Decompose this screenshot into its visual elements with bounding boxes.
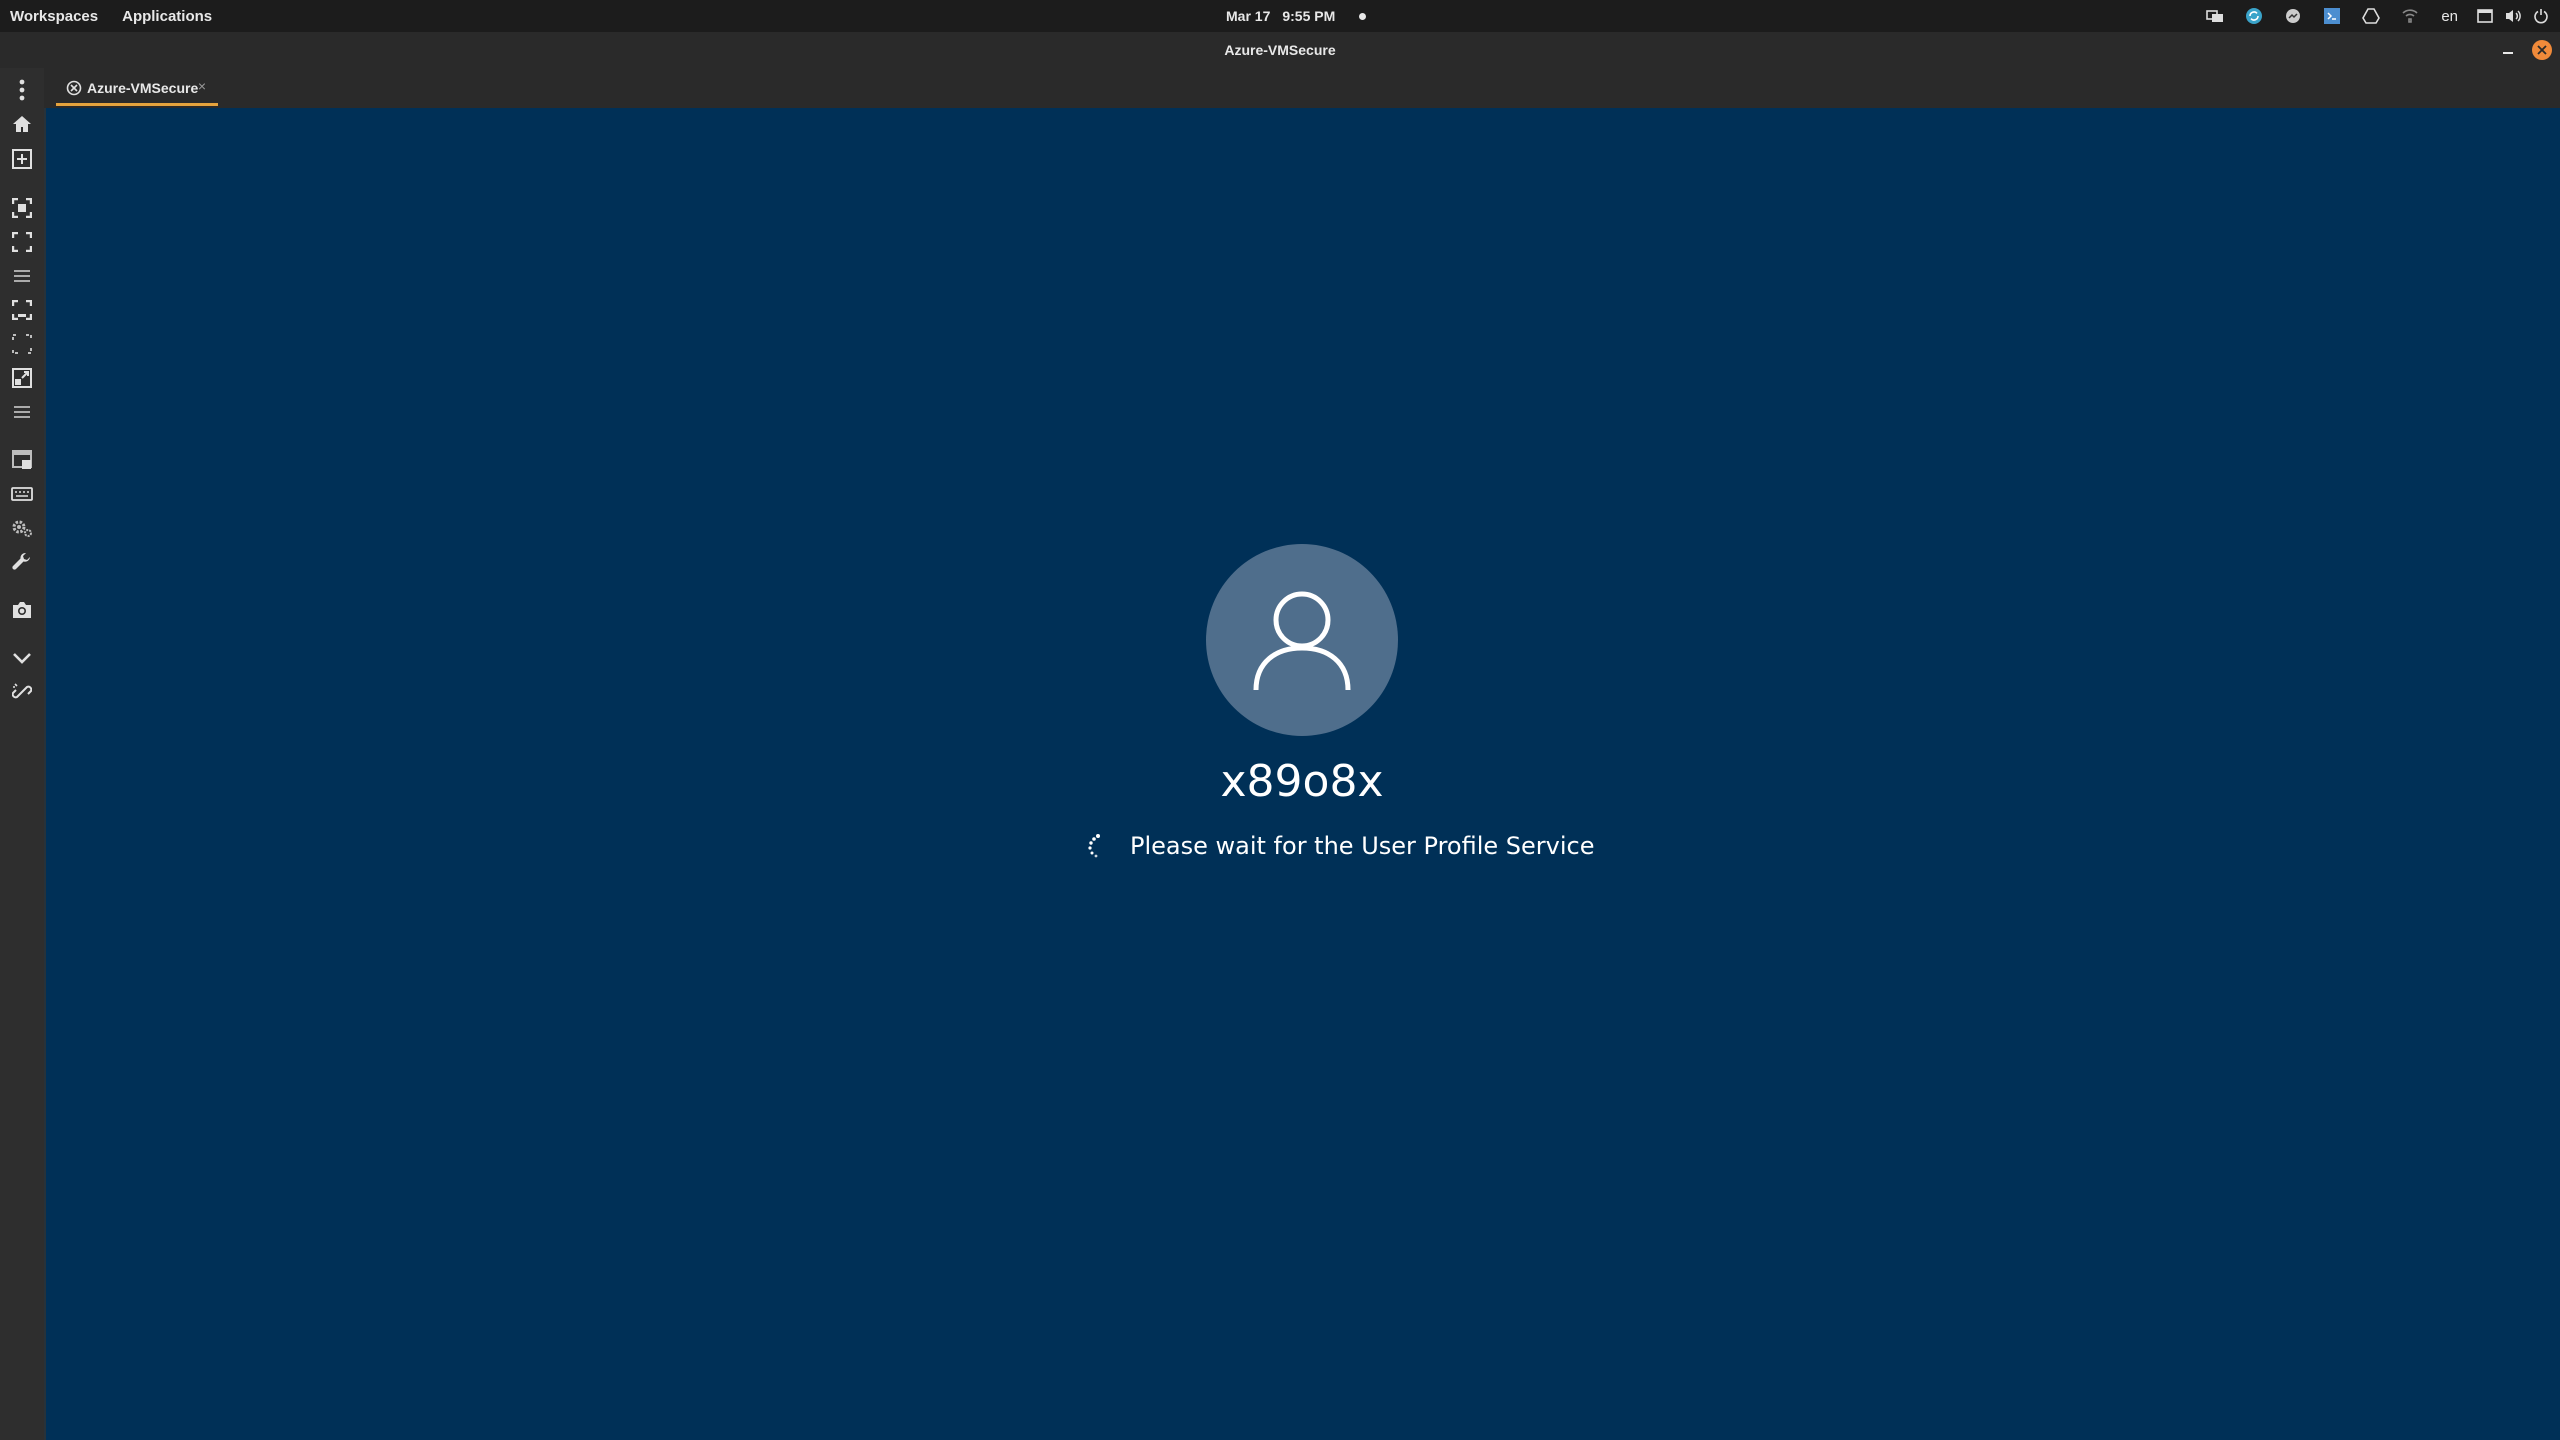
window-mode-icon[interactable] [6,444,38,476]
system-tray: en [2191,0,2552,32]
keyboard-icon[interactable] [6,478,38,510]
screenshot-icon[interactable] [6,594,38,626]
sync-icon[interactable] [2239,0,2269,32]
fullscreen-icon[interactable] [6,226,38,258]
new-connection-icon[interactable] [6,143,38,175]
more-options-icon[interactable] [6,74,38,106]
connection-status-icon [66,80,82,95]
username: x89o8x [1220,756,1384,807]
power-icon[interactable] [2530,0,2552,32]
language-indicator[interactable]: en [2441,8,2458,25]
window-title-bar[interactable]: Azure-VMSecure [0,32,2560,68]
clock-date: Mar 17 [1226,8,1271,24]
applications-menu[interactable]: Applications [122,8,212,25]
tab-label: Azure-VMSecure [87,79,199,96]
resize-icon[interactable] [6,294,38,326]
workspaces-menu[interactable]: Workspaces [10,8,98,25]
minimize-button[interactable] [2498,40,2518,60]
smart-sizing-icon[interactable] [6,362,38,394]
window-title: Azure-VMSecure [1224,42,1336,58]
close-icon [2537,45,2547,55]
messenger-icon[interactable] [2278,0,2308,32]
system-top-bar: Workspaces Applications Mar 17 9:55 PM e… [0,0,2560,32]
connections-icon[interactable] [2200,0,2230,32]
home-icon[interactable] [6,108,38,140]
status-message: Please wait for the User Profile Service [1130,832,1595,860]
fit-window-icon[interactable] [6,192,38,224]
network-icon[interactable] [2395,0,2425,32]
remote-desktop-view[interactable]: x89o8x Please wait for the User Profile … [44,108,2560,1440]
window-icon[interactable] [2474,0,2496,32]
clock[interactable]: Mar 17 9:55 PM [1226,0,1367,32]
tab-close-button[interactable]: × [198,78,206,94]
settings-icon[interactable] [6,512,38,544]
tab-azure-vmsecure[interactable]: Azure-VMSecure × [56,72,218,106]
loading-spinner-icon [1086,833,1104,859]
collapse-icon[interactable] [6,642,38,674]
disconnect-icon[interactable] [6,676,38,708]
volume-icon[interactable] [2502,0,2524,32]
vscode-icon[interactable] [2317,0,2347,32]
tools-icon[interactable] [6,546,38,578]
notification-dot-icon [1359,12,1367,20]
user-avatar [1206,544,1398,736]
user-icon [1253,591,1351,691]
drive-icon[interactable] [2356,0,2386,32]
menu-secondary-icon[interactable] [6,396,38,428]
connection-toolbar [0,68,44,1440]
close-button[interactable] [2532,40,2552,60]
tab-strip: Azure-VMSecure × [44,68,2560,108]
scale-icon[interactable] [6,328,38,360]
login-status: Please wait for the User Profile Service [1086,826,1594,866]
clock-time: 9:55 PM [1282,8,1336,24]
menu-icon[interactable] [6,260,38,292]
